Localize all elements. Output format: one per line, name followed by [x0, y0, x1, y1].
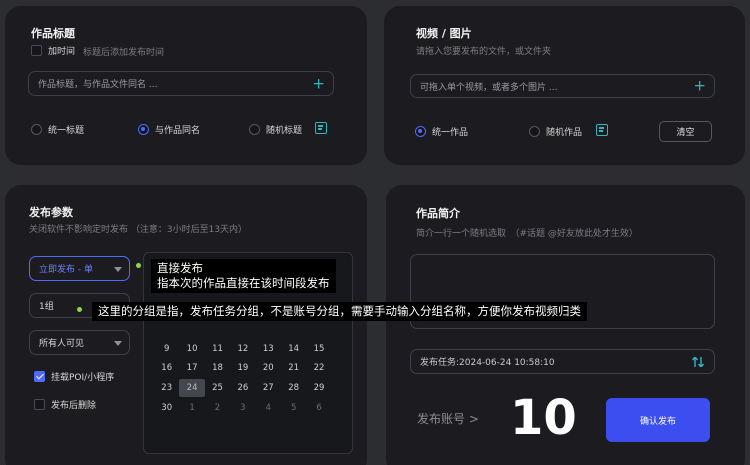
calendar-day-next-month[interactable]: 2 [205, 403, 230, 413]
radio-random-title[interactable]: 随机标题 [249, 123, 302, 136]
calendar-day[interactable]: 14 [281, 344, 306, 354]
calendar-day-next-month[interactable]: 5 [281, 403, 306, 413]
add-time-label: 加时间 [48, 47, 76, 57]
title-panel: 作品标题 加时间 标题后添加发布时间 作品标题，与作品文件同名 ... + 统一… [5, 6, 367, 165]
group-tooltip: 这里的分组是指，发布任务分组，不是账号分组，需要手动输入分组名称，方便你发布视频… [92, 302, 587, 321]
radio-same-name[interactable]: 与作品同名 [138, 123, 200, 136]
radio-label: 统一标题 [48, 126, 85, 136]
tooltip-marker [136, 263, 141, 268]
params-hint: 关闭软件不影响定时发布 （注意：3小时后至13天内） [29, 225, 248, 235]
clear-button[interactable]: 清空 [659, 121, 712, 142]
sort-icon[interactable] [692, 357, 704, 367]
calendar-day[interactable]: 25 [205, 383, 230, 393]
calendar-day[interactable]: 18 [205, 363, 230, 373]
calendar-week: 30 1 2 3 4 5 6 [154, 398, 344, 418]
video-input[interactable]: 可拖入单个视频，或者多个图片 ... + [410, 74, 715, 98]
group-value: 1组 [39, 302, 54, 312]
edit-titles-icon[interactable] [315, 122, 327, 134]
calendar-day[interactable]: 30 [154, 403, 179, 413]
publish-mode-select[interactable]: 立即发布 - 单 [29, 256, 130, 281]
calendar-day[interactable]: 17 [179, 363, 204, 373]
checkbox-box [34, 399, 45, 410]
calendar-day[interactable]: 11 [205, 344, 230, 354]
calendar-day[interactable]: 28 [281, 383, 306, 393]
radio-unified-work[interactable]: 统一作品 [415, 125, 468, 138]
radio-random-work[interactable]: 随机作品 [529, 125, 582, 138]
calendar-day[interactable]: 19 [230, 363, 255, 373]
calendar-day-next-month[interactable]: 3 [230, 403, 255, 413]
plus-icon[interactable]: + [312, 76, 325, 91]
add-time-checkbox[interactable]: 加时间 [31, 44, 75, 57]
account-link[interactable]: 发布账号 > [417, 410, 479, 427]
calendar-day[interactable]: 22 [306, 363, 331, 373]
video-panel: 视频 / 图片 请拖入您要发布的文件，或文件夹 可拖入单个视频，或者多个图片 .… [384, 6, 745, 165]
tooltip-marker [77, 307, 82, 312]
calendar-day[interactable]: 16 [154, 363, 179, 373]
checkbox-box-checked [34, 371, 45, 382]
tooltip-title: 直接发布 [157, 261, 203, 275]
radio-dot-selected [415, 126, 426, 137]
radio-dot [31, 124, 42, 135]
calendar-grid: 9 10 11 12 13 14 15 16 17 18 19 20 21 22… [154, 339, 344, 417]
publish-mode-value: 立即发布 - 单 [39, 265, 93, 275]
panel-title: 作品标题 [31, 27, 75, 40]
panel-title: 作品简介 [416, 207, 460, 220]
tooltip-desc: 指本次的作品直接在该时间段发布 [157, 276, 330, 290]
title-input-placeholder: 作品标题，与作品文件同名 ... [38, 80, 158, 90]
delete-after-label: 发布后删除 [51, 401, 97, 411]
calendar-week: 16 17 18 19 20 21 22 [154, 359, 344, 379]
calendar-day[interactable]: 29 [306, 383, 331, 393]
confirm-publish-button[interactable]: 确认发布 [606, 398, 710, 442]
params-panel: 发布参数 关闭软件不影响定时发布 （注意：3小时后至13天内） 立即发布 - 单… [5, 185, 367, 465]
video-input-placeholder: 可拖入单个视频，或者多个图片 ... [420, 82, 558, 93]
publish-task-field[interactable]: 发布任务:2024-06-24 10:58:10 [410, 349, 715, 374]
radio-label: 统一作品 [432, 128, 469, 138]
radio-dot [529, 126, 540, 137]
calendar-day[interactable]: 13 [256, 344, 281, 354]
calendar-week: 9 10 11 12 13 14 15 [154, 339, 344, 359]
calendar-day[interactable]: 10 [179, 344, 204, 354]
calendar-day[interactable]: 15 [306, 344, 331, 354]
panel-title: 视频 / 图片 [416, 27, 472, 40]
radio-label: 与作品同名 [155, 126, 201, 136]
calendar-day[interactable]: 12 [230, 344, 255, 354]
calendar-day[interactable]: 26 [230, 383, 255, 393]
direct-publish-tooltip: 直接发布 指本次的作品直接在该时间段发布 [151, 259, 336, 293]
mount-poi-label: 挂载POI/小程序 [51, 373, 115, 383]
description-hint: 简介一行一个随机选取 （#话题 @好友放此处才生效） [416, 229, 638, 239]
video-hint: 请拖入您要发布的文件，或文件夹 [416, 47, 552, 57]
description-panel: 作品简介 简介一行一个随机选取 （#话题 @好友放此处才生效） 发布任务:202… [386, 185, 745, 465]
calendar-day-next-month[interactable]: 4 [256, 403, 281, 413]
mount-poi-checkbox[interactable]: 挂载POI/小程序 [34, 370, 114, 383]
title-input[interactable]: 作品标题，与作品文件同名 ... + [28, 71, 334, 96]
radio-label: 随机标题 [266, 126, 303, 136]
calendar-day[interactable]: 21 [281, 363, 306, 373]
calendar-day-next-month[interactable]: 1 [179, 403, 204, 413]
calendar-day[interactable]: 9 [154, 344, 179, 354]
plus-icon[interactable]: + [693, 78, 706, 94]
calendar-day[interactable]: 20 [256, 363, 281, 373]
panel-title: 发布参数 [29, 206, 73, 219]
radio-dot-selected [138, 124, 149, 135]
calendar-day[interactable]: 27 [256, 383, 281, 393]
calendar-day-next-month[interactable]: 6 [306, 403, 331, 413]
chevron-down-icon [114, 340, 122, 346]
visibility-value: 所有人可见 [39, 339, 85, 349]
publish-task-text: 发布任务:2024-06-24 10:58:10 [420, 358, 555, 368]
checkbox-box [31, 45, 42, 56]
calendar-day[interactable]: 23 [154, 383, 179, 393]
chevron-down-icon [114, 266, 122, 272]
add-time-hint: 标题后添加发布时间 [83, 48, 165, 58]
radio-label: 随机作品 [546, 128, 583, 138]
radio-dot [249, 124, 260, 135]
account-count: 10 [510, 390, 577, 446]
edit-works-icon[interactable] [596, 124, 608, 136]
delete-after-checkbox[interactable]: 发布后删除 [34, 398, 96, 411]
radio-unified-title[interactable]: 统一标题 [31, 123, 84, 136]
calendar-week: 23 24 25 26 27 28 29 [154, 378, 344, 398]
calendar-day-selected[interactable]: 24 [179, 378, 205, 397]
visibility-select[interactable]: 所有人可见 [29, 330, 130, 355]
